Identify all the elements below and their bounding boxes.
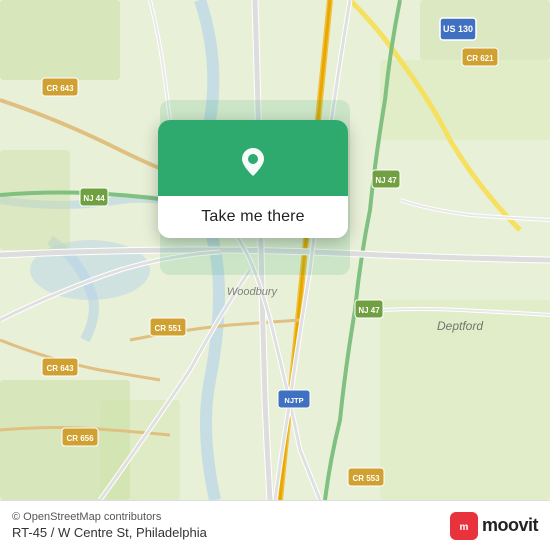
svg-text:NJTP: NJTP bbox=[284, 396, 303, 405]
popup-card: Take me there bbox=[158, 120, 348, 238]
map-background: US 130 CR 643 CR 621 NJ 44 NJ 47 NJ 47 C… bbox=[0, 0, 550, 500]
svg-text:CR 643: CR 643 bbox=[46, 364, 74, 373]
svg-text:CR 643: CR 643 bbox=[46, 84, 74, 93]
moovit-brand-text: moovit bbox=[482, 515, 538, 536]
svg-text:CR 656: CR 656 bbox=[66, 434, 94, 443]
svg-text:NJ 47: NJ 47 bbox=[375, 176, 397, 185]
map-attribution: © OpenStreetMap contributors bbox=[12, 511, 207, 523]
svg-text:CR 621: CR 621 bbox=[466, 54, 494, 63]
svg-text:US 130: US 130 bbox=[443, 24, 473, 34]
location-pin-icon bbox=[231, 138, 275, 182]
moovit-icon: m bbox=[450, 512, 478, 540]
popup-header bbox=[158, 120, 348, 196]
svg-text:m: m bbox=[460, 522, 469, 533]
take-me-there-button[interactable]: Take me there bbox=[158, 196, 348, 238]
svg-text:NJ 44: NJ 44 bbox=[83, 194, 105, 203]
bottom-bar: © OpenStreetMap contributors RT-45 / W C… bbox=[0, 500, 550, 550]
svg-text:NJ 47: NJ 47 bbox=[358, 306, 380, 315]
location-label: RT-45 / W Centre St, Philadelphia bbox=[12, 525, 207, 540]
svg-text:CR 551: CR 551 bbox=[154, 324, 182, 333]
moovit-m-icon: m bbox=[455, 517, 473, 535]
svg-text:Deptford: Deptford bbox=[437, 319, 483, 333]
map-container: US 130 CR 643 CR 621 NJ 44 NJ 47 NJ 47 C… bbox=[0, 0, 550, 500]
svg-text:Woodbury: Woodbury bbox=[227, 286, 279, 298]
svg-text:CR 553: CR 553 bbox=[352, 474, 380, 483]
moovit-logo: m moovit bbox=[450, 512, 538, 540]
